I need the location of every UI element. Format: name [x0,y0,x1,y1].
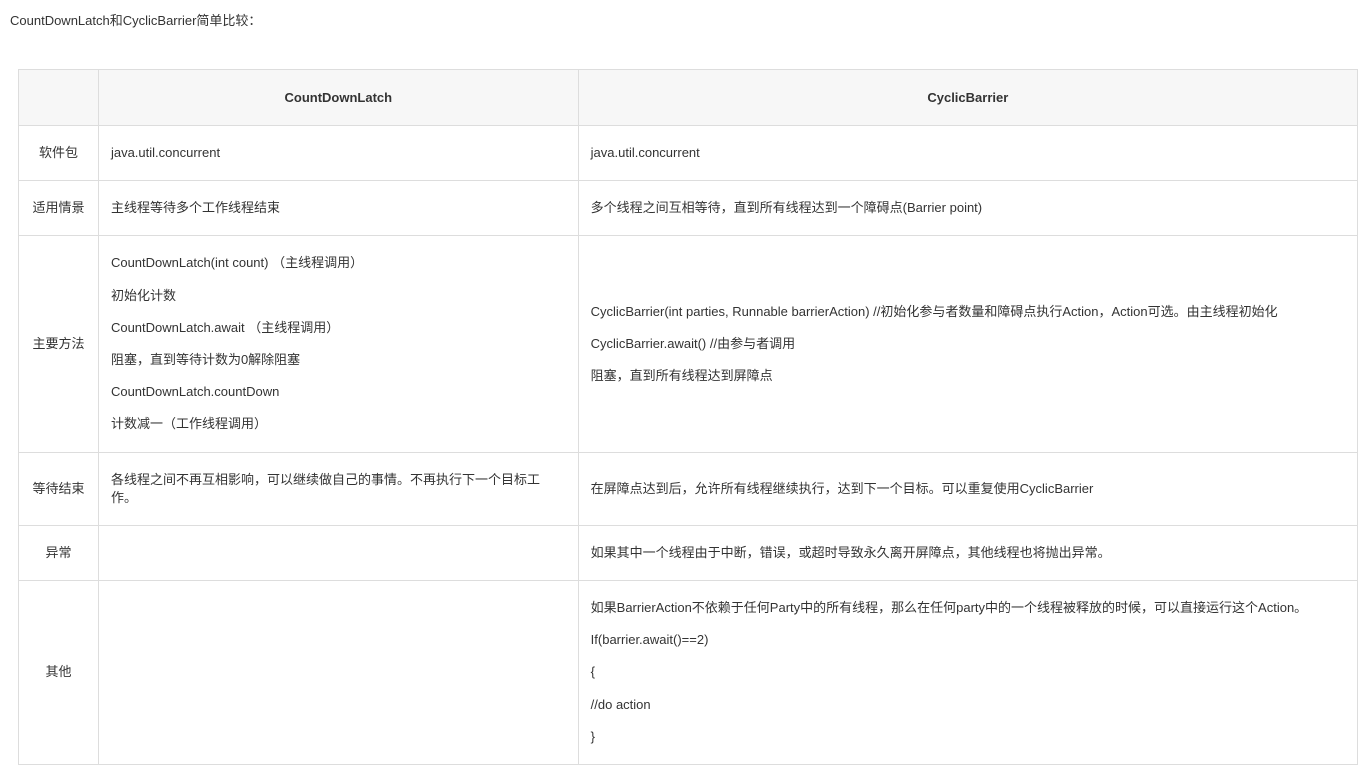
method-line: 初始化计数 [111,287,566,305]
method-line: CyclicBarrier.await() //由参与者调用 [591,335,1345,353]
row-label-exception: 异常 [19,525,99,580]
cell-other-col2: 如果BarrierAction不依赖于任何Party中的所有线程，那么在任何pa… [578,581,1357,765]
method-line: 阻塞，直到所有线程达到屏障点 [591,367,1345,385]
cell-exception-col1 [98,525,578,580]
table-row: 异常 如果其中一个线程由于中断，错误，或超时导致永久离开屏障点，其他线程也将抛出… [19,525,1358,580]
table-header-row: CountDownLatch CyclicBarrier [19,70,1358,126]
header-cyclicbarrier: CyclicBarrier [578,70,1357,126]
other-line: If(barrier.await()==2) [591,631,1345,649]
page-title: CountDownLatch和CyclicBarrier简单比较： [10,10,1355,29]
method-line: CountDownLatch.await （主线程调用） [111,319,566,337]
table-row: 等待结束 各线程之间不再互相影响，可以继续做自己的事情。不再执行下一个目标工作。… [19,452,1358,525]
method-line: 计数减一（工作线程调用） [111,415,566,433]
table-row: 软件包 java.util.concurrent java.util.concu… [19,126,1358,181]
cell-package-col1: java.util.concurrent [98,126,578,181]
cell-package-col2: java.util.concurrent [578,126,1357,181]
table-row: 其他 如果BarrierAction不依赖于任何Party中的所有线程，那么在任… [19,581,1358,765]
method-line: 阻塞，直到等待计数为0解除阻塞 [111,351,566,369]
cell-exception-col2: 如果其中一个线程由于中断，错误，或超时导致永久离开屏障点，其他线程也将抛出异常。 [578,525,1357,580]
row-label-package: 软件包 [19,126,99,181]
cell-waitend-col1: 各线程之间不再互相影响，可以继续做自己的事情。不再执行下一个目标工作。 [98,452,578,525]
cell-scenario-col1: 主线程等待多个工作线程结束 [98,181,578,236]
other-line: } [591,728,1345,746]
header-blank [19,70,99,126]
other-line: 如果BarrierAction不依赖于任何Party中的所有线程，那么在任何pa… [591,599,1345,617]
method-line: CountDownLatch.countDown [111,383,566,401]
other-line: //do action [591,696,1345,714]
row-label-scenario: 适用情景 [19,181,99,236]
row-label-other: 其他 [19,581,99,765]
comparison-table: CountDownLatch CyclicBarrier 软件包 java.ut… [18,69,1358,765]
cell-waitend-col2: 在屏障点达到后，允许所有线程继续执行，达到下一个目标。可以重复使用CyclicB… [578,452,1357,525]
cell-scenario-col2: 多个线程之间互相等待，直到所有线程达到一个障碍点(Barrier point) [578,181,1357,236]
row-label-waitend: 等待结束 [19,452,99,525]
table-row: 适用情景 主线程等待多个工作线程结束 多个线程之间互相等待，直到所有线程达到一个… [19,181,1358,236]
cell-methods-col1: CountDownLatch(int count) （主线程调用） 初始化计数 … [98,236,578,452]
table-row: 主要方法 CountDownLatch(int count) （主线程调用） 初… [19,236,1358,452]
cell-methods-col2: CyclicBarrier(int parties, Runnable barr… [578,236,1357,452]
other-line: { [591,663,1345,681]
row-label-methods: 主要方法 [19,236,99,452]
method-line: CyclicBarrier(int parties, Runnable barr… [591,303,1345,321]
header-countdownlatch: CountDownLatch [98,70,578,126]
method-line: CountDownLatch(int count) （主线程调用） [111,254,566,272]
cell-other-col1 [98,581,578,765]
